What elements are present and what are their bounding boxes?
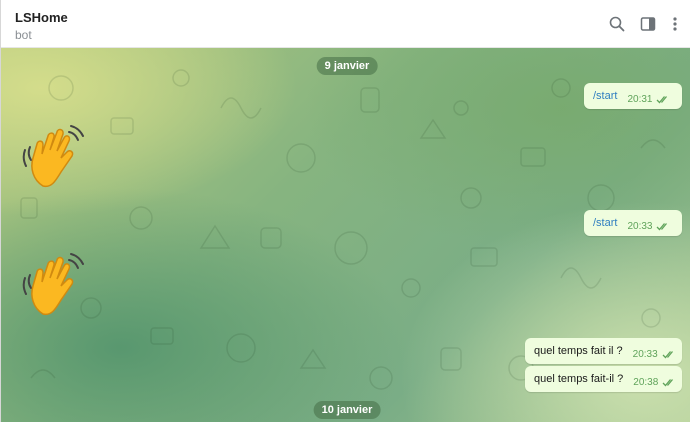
- double-check-icon: [662, 378, 674, 386]
- chat-title[interactable]: LSHome: [15, 10, 68, 25]
- message-list[interactable]: 9 janvier /start 20:31 /start 20:33 quel…: [1, 48, 690, 422]
- sidebar-toggle-button[interactable]: [638, 14, 658, 34]
- telegram-chat-window: LSHome bot 9 janvier /start 20:31 /start…: [0, 0, 690, 422]
- date-separator: 10 janvier: [313, 401, 381, 419]
- outgoing-message[interactable]: quel temps fait il ? 20:33: [525, 338, 682, 364]
- message-text: quel temps fait-il ?: [534, 373, 624, 385]
- double-check-icon: [657, 95, 668, 103]
- outgoing-message[interactable]: quel temps fait-il ? 20:38: [525, 366, 682, 392]
- message-time: 20:38: [633, 376, 659, 388]
- message-meta: 20:33: [633, 349, 676, 360]
- message-time: 20:33: [627, 220, 653, 232]
- bot-command-link[interactable]: /start: [593, 217, 617, 229]
- chat-header: LSHome bot: [1, 0, 690, 48]
- sidebar-toggle-icon: [640, 17, 656, 31]
- message-time: 20:31: [627, 93, 653, 105]
- message-meta: 20:38: [633, 377, 676, 388]
- message-text: quel temps fait il ?: [534, 345, 623, 357]
- outgoing-message[interactable]: /start 20:33: [584, 210, 682, 236]
- date-separator: 9 janvier: [316, 57, 378, 75]
- waving-hand-sticker[interactable]: [21, 248, 91, 323]
- double-check-icon: [662, 350, 673, 358]
- chat-subtitle: bot: [15, 28, 32, 42]
- waving-hand-emoji: [22, 253, 84, 316]
- bot-command-link[interactable]: /start: [593, 90, 617, 102]
- message-meta: 20:31: [627, 94, 670, 105]
- waving-hand-sticker[interactable]: [21, 120, 91, 195]
- search-button[interactable]: [607, 14, 627, 34]
- message-time: 20:33: [632, 348, 658, 360]
- search-icon: [609, 16, 625, 32]
- message-meta: 20:33: [627, 221, 670, 232]
- more-vert-icon: [673, 17, 677, 31]
- more-menu-button[interactable]: [665, 14, 685, 34]
- waving-hand-emoji: [22, 125, 84, 188]
- outgoing-message[interactable]: /start 20:31: [584, 83, 682, 109]
- double-check-icon: [657, 222, 668, 230]
